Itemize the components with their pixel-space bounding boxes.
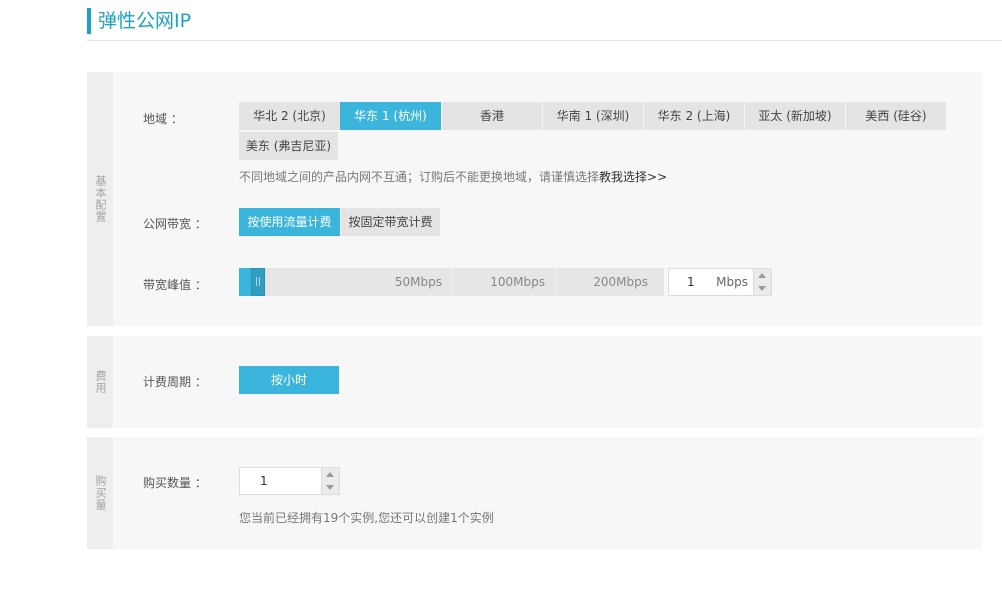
billing-cycle-label: 计费周期 ： bbox=[143, 375, 207, 389]
bandwidth-billing-label: 公网带宽 ： bbox=[143, 217, 207, 231]
region-option-hangzhou[interactable]: 华东 1 (杭州) bbox=[340, 102, 441, 130]
slider-mark-50: 50Mbps bbox=[394, 275, 442, 289]
region-option-beijing[interactable]: 华北 2 (北京) bbox=[239, 102, 340, 130]
billing-hourly-button[interactable]: 按小时 bbox=[239, 366, 339, 394]
quantity-label: 购买数量 ： bbox=[143, 476, 207, 490]
billing-by-fixed-bandwidth-button[interactable]: 按固定带宽计费 bbox=[340, 208, 440, 236]
billing-by-traffic-button[interactable]: 按使用流量计费 bbox=[239, 208, 340, 236]
chevron-down-icon[interactable] bbox=[754, 282, 771, 295]
title-divider bbox=[87, 40, 1002, 41]
slider-mark-200: 200Mbps bbox=[593, 275, 648, 289]
quantity-value: 1 bbox=[260, 474, 268, 488]
quantity-stepper bbox=[322, 467, 340, 495]
region-option-silicon-valley[interactable]: 美西 (硅谷) bbox=[845, 102, 946, 130]
slider-mark-100: 100Mbps bbox=[490, 275, 545, 289]
section-side-tab: 费用 bbox=[87, 336, 113, 428]
region-hint: 不同地域之间的产品内网不互通；订购后不能更换地域，请谨慎选择教我选择>> bbox=[239, 168, 667, 185]
purchase-section: 购买量 购买数量 ： 1 您当前已经拥有19个实例,您还可以创建1个实例 bbox=[87, 437, 982, 549]
quantity-hint: 您当前已经拥有19个实例,您还可以创建1个实例 bbox=[239, 511, 494, 525]
bandwidth-peak-label: 带宽峰值 ： bbox=[143, 278, 207, 292]
bandwidth-slider[interactable]: || 50Mbps 100Mbps 200Mbps bbox=[239, 268, 664, 296]
fee-section: 费用 计费周期 ： 按小时 bbox=[87, 336, 982, 428]
region-option-hongkong[interactable]: 香港 bbox=[441, 102, 542, 130]
region-label: 地域 ： bbox=[143, 112, 183, 126]
section-side-tab: 购买量 bbox=[87, 437, 113, 549]
region-option-virginia[interactable]: 美东 (弗吉尼亚) bbox=[239, 132, 338, 160]
section-label-basic: 基本配置 bbox=[94, 175, 107, 223]
basic-config-section: 基本配置 地域 ： 华北 2 (北京) 华东 1 (杭州) 香港 华南 1 (深… bbox=[87, 72, 982, 326]
region-option-shanghai[interactable]: 华东 2 (上海) bbox=[643, 102, 744, 130]
bandwidth-unit: Mbps bbox=[716, 275, 748, 289]
chevron-up-icon[interactable] bbox=[754, 269, 771, 282]
help-choose-link[interactable]: 教我选择>> bbox=[599, 170, 667, 184]
page-title: 弹性公网IP bbox=[87, 8, 191, 34]
region-hint-text: 不同地域之间的产品内网不互通；订购后不能更换地域，请谨慎选择 bbox=[239, 170, 600, 184]
quantity-input[interactable]: 1 bbox=[239, 467, 322, 495]
bandwidth-value: 1 bbox=[687, 275, 695, 289]
region-option-shenzhen[interactable]: 华南 1 (深圳) bbox=[542, 102, 643, 130]
region-option-singapore[interactable]: 亚太 (新加坡) bbox=[744, 102, 845, 130]
chevron-up-icon[interactable] bbox=[322, 468, 339, 481]
section-label-fee: 费用 bbox=[94, 370, 107, 394]
section-side-tab: 基本配置 bbox=[87, 72, 113, 326]
bandwidth-stepper bbox=[754, 268, 772, 296]
chevron-down-icon[interactable] bbox=[322, 481, 339, 494]
section-label-purchase: 购买量 bbox=[94, 475, 107, 511]
slider-handle[interactable]: || bbox=[251, 268, 265, 296]
bandwidth-value-input[interactable]: 1 Mbps bbox=[668, 268, 754, 296]
